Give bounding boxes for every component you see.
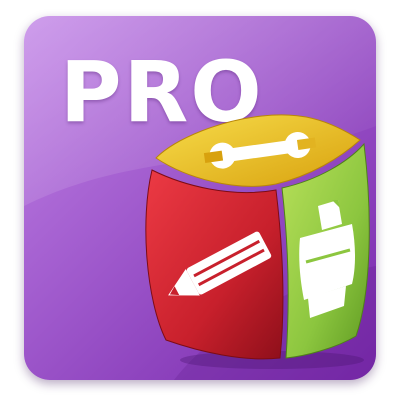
app-icon: PRO xyxy=(0,0,400,400)
product-cube xyxy=(145,114,370,369)
edit-face xyxy=(145,169,284,360)
